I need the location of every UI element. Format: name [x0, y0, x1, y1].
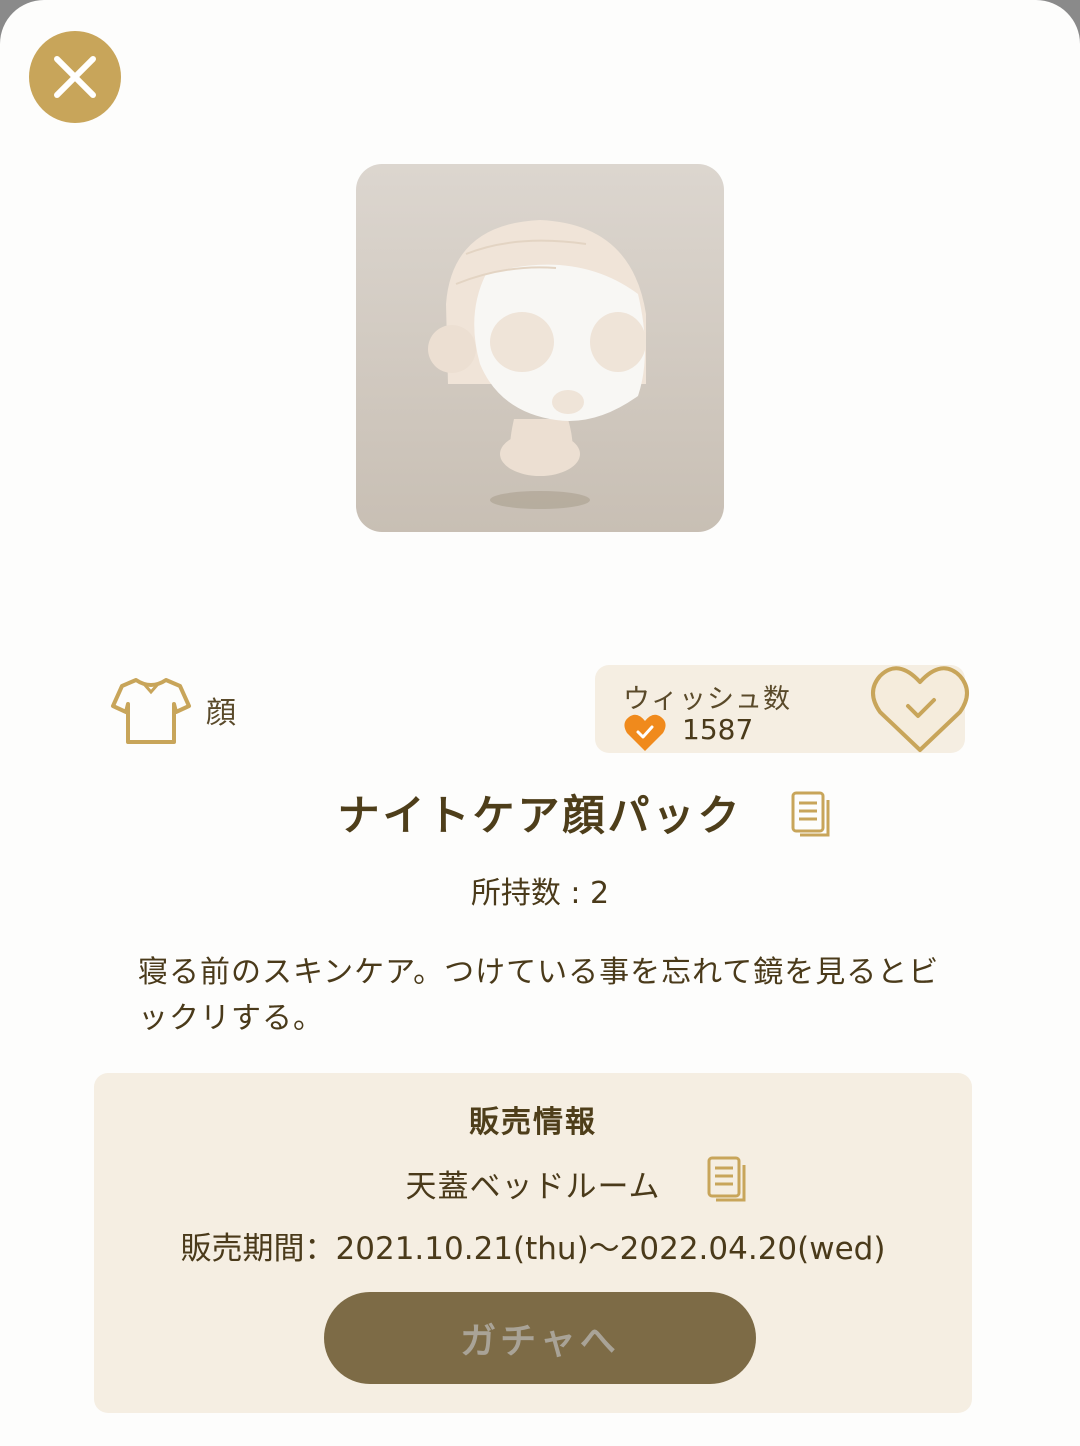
go-to-gacha-button[interactable]: ガチャへ [324, 1292, 756, 1384]
category-info: 顔 [110, 672, 236, 748]
wish-heart-icon [624, 714, 666, 751]
category-label: 顔 [206, 696, 236, 731]
copy-icon[interactable] [790, 790, 832, 838]
heart-check-icon [871, 666, 969, 752]
item-name: ナイトケア顔パック [337, 791, 743, 840]
wish-count: 1587 [682, 713, 754, 746]
item-detail-sheet: 顔 ウィッシュ数 1587 ナイトケア顔パック 所持数 : 2 寝る前のスキンケ… [0, 0, 1080, 1446]
sale-period: 販売期間：2021.10.21(thu)～2022.04.20(wed) [180, 1231, 886, 1267]
owned-count: 所持数 : 2 [470, 876, 610, 911]
close-button[interactable] [29, 31, 121, 123]
sale-info-title: 販売情報 [469, 1105, 597, 1140]
item-image [356, 164, 724, 532]
copy-icon[interactable] [706, 1155, 748, 1203]
shirt-icon [111, 678, 191, 744]
wish-label: ウィッシュ数 [623, 684, 791, 715]
item-description: 寝る前のスキンケア。つけている事を忘れて鏡を見るとビックリする。 [138, 955, 940, 1036]
close-icon [54, 56, 96, 98]
gacha-name: 天蓋ベッドルーム [405, 1169, 661, 1205]
wish-button[interactable] [868, 662, 972, 756]
sale-info-panel: 販売情報 天蓋ベッドルーム 販売期間：2021.10.21(thu)～2022.… [94, 1073, 972, 1413]
